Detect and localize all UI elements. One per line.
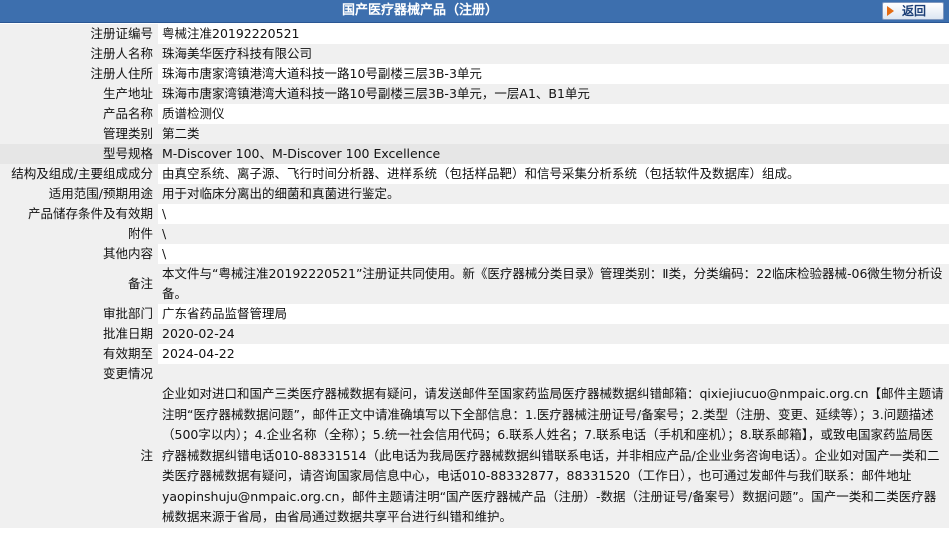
table-row: 批准日期 2020-02-24 <box>0 324 949 344</box>
field-value-other: \ <box>158 244 949 264</box>
table-row: 管理类别 第二类 <box>0 124 949 144</box>
table-row: 审批部门 广东省药品监督管理局 <box>0 304 949 324</box>
table-row: 注册人名称 珠海美华医疗科技有限公司 <box>0 44 949 64</box>
field-value-remark: 本文件与“粤械注准20192220521”注册证共同使用。新《医疗器械分类目录》… <box>158 264 949 304</box>
field-value-approval-dept: 广东省药品监督管理局 <box>158 304 949 324</box>
table-row: 注册人住所 珠海市唐家湾镇港湾大道科技一路10号副楼三层3B-3单元 <box>0 64 949 84</box>
field-value-approval-date: 2020-02-24 <box>158 324 949 344</box>
field-label-approval-date: 批准日期 <box>0 324 158 344</box>
field-label-registrant-name: 注册人名称 <box>0 44 158 64</box>
field-value-attachment: \ <box>158 224 949 244</box>
field-value-storage: \ <box>158 204 949 224</box>
field-label-registration-number: 注册证编号 <box>0 24 158 44</box>
back-button[interactable]: 返回 <box>882 2 944 20</box>
page-title: 国产医疗器械产品（注册） <box>341 3 498 18</box>
field-value-registrant-name: 珠海美华医疗科技有限公司 <box>158 44 949 64</box>
field-value-management-category: 第二类 <box>158 124 949 144</box>
back-button-label: 返回 <box>902 4 927 18</box>
detail-table: 注册证编号 粤械注准20192220521 注册人名称 珠海美华医疗科技有限公司… <box>0 24 949 528</box>
table-row: 注 企业如对进口和国产三类医疗器械数据有疑问，请发送邮件至国家药监局医疗器械数据… <box>0 384 949 528</box>
field-label-approval-dept: 审批部门 <box>0 304 158 324</box>
field-label-changes: 变更情况 <box>0 364 158 384</box>
table-row: 注册证编号 粤械注准20192220521 <box>0 24 949 44</box>
field-label-other: 其他内容 <box>0 244 158 264</box>
page-header: 国产医疗器械产品（注册） 返回 <box>0 0 949 23</box>
field-label-valid-until: 有效期至 <box>0 344 158 364</box>
field-label-management-category: 管理类别 <box>0 124 158 144</box>
field-value-changes <box>158 364 949 384</box>
table-row: 其他内容 \ <box>0 244 949 264</box>
table-row: 变更情况 <box>0 364 949 384</box>
table-row: 附件 \ <box>0 224 949 244</box>
table-row: 产品名称 质谱检测仪 <box>0 104 949 124</box>
field-value-structure: 由真空系统、离子源、飞行时间分析器、进样系统（包括样品靶）和信号采集分析系统（包… <box>158 164 949 184</box>
field-value-registrant-address: 珠海市唐家湾镇港湾大道科技一路10号副楼三层3B-3单元 <box>158 64 949 84</box>
field-label-intended-use: 适用范围/预期用途 <box>0 184 158 204</box>
field-label-registrant-address: 注册人住所 <box>0 64 158 84</box>
field-value-production-address: 珠海市唐家湾镇港湾大道科技一路10号副楼三层3B-3单元，一层A1、B1单元 <box>158 84 949 104</box>
field-value-model-spec: M-Discover 100、M-Discover 100 Excellence <box>158 144 949 164</box>
table-row: 生产地址 珠海市唐家湾镇港湾大道科技一路10号副楼三层3B-3单元，一层A1、B… <box>0 84 949 104</box>
table-row: 结构及组成/主要组成成分 由真空系统、离子源、飞行时间分析器、进样系统（包括样品… <box>0 164 949 184</box>
back-arrow-icon <box>887 5 894 16</box>
table-row: 有效期至 2024-04-22 <box>0 344 949 364</box>
field-label-product-name: 产品名称 <box>0 104 158 124</box>
field-label-storage: 产品储存条件及有效期 <box>0 204 158 224</box>
field-label-structure: 结构及组成/主要组成成分 <box>0 164 158 184</box>
field-value-valid-until: 2024-04-22 <box>158 344 949 364</box>
table-row: 型号规格 M-Discover 100、M-Discover 100 Excel… <box>0 144 949 164</box>
field-value-note: 企业如对进口和国产三类医疗器械数据有疑问，请发送邮件至国家药监局医疗器械数据纠错… <box>158 384 949 528</box>
table-row: 产品储存条件及有效期 \ <box>0 204 949 224</box>
table-row: 备注 本文件与“粤械注准20192220521”注册证共同使用。新《医疗器械分类… <box>0 264 949 304</box>
field-value-product-name: 质谱检测仪 <box>158 104 949 124</box>
field-label-model-spec: 型号规格 <box>0 144 158 164</box>
field-value-registration-number: 粤械注准20192220521 <box>158 24 949 44</box>
table-row: 适用范围/预期用途 用于对临床分离出的细菌和真菌进行鉴定。 <box>0 184 949 204</box>
field-label-remark: 备注 <box>0 264 158 304</box>
field-label-production-address: 生产地址 <box>0 84 158 104</box>
field-label-note: 注 <box>0 384 158 528</box>
field-value-intended-use: 用于对临床分离出的细菌和真菌进行鉴定。 <box>158 184 949 204</box>
field-label-attachment: 附件 <box>0 224 158 244</box>
